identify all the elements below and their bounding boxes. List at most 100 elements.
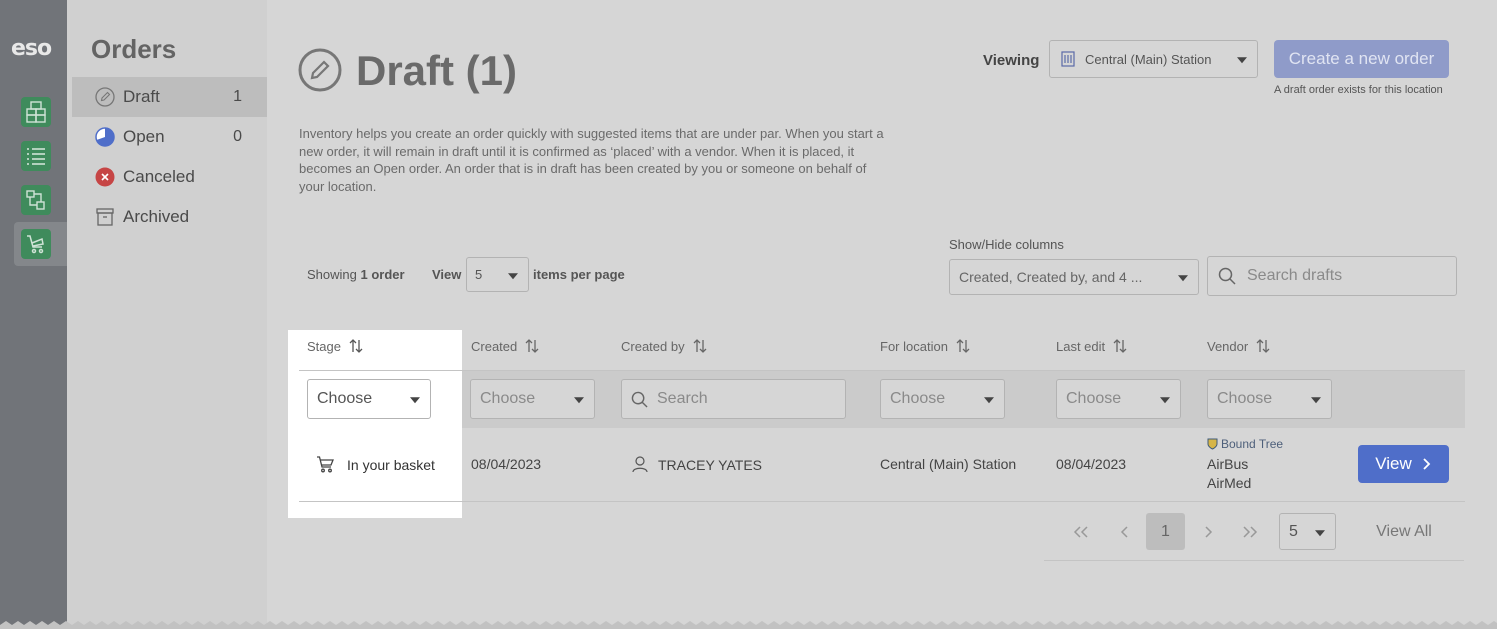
nav-title: Orders	[91, 34, 177, 64]
nav-item-open[interactable]: Open 0	[72, 117, 267, 157]
chevron-down-icon	[1160, 397, 1170, 404]
column-header-created-by[interactable]: Created by	[621, 338, 707, 354]
chevron-left-icon	[1120, 525, 1128, 538]
vendor-filter-select[interactable]: Choose	[1207, 379, 1332, 419]
rail-orders-button[interactable]	[21, 229, 51, 259]
view-label: View	[432, 267, 462, 282]
cart-icon	[317, 456, 334, 473]
sort-icon	[693, 339, 707, 353]
first-page-button[interactable]	[1064, 513, 1098, 550]
nav-item-canceled[interactable]: Canceled	[72, 157, 267, 197]
cart-icon	[27, 235, 44, 254]
eso-logo: eso	[11, 36, 52, 61]
search-drafts-input[interactable]: Search drafts	[1207, 256, 1457, 296]
previous-page-button[interactable]	[1108, 513, 1140, 550]
header-divider	[299, 370, 1465, 371]
rail-inventory-button[interactable]	[21, 97, 51, 127]
current-page-button[interactable]: 1	[1146, 513, 1185, 550]
nav-item-archived[interactable]: Archived	[72, 197, 267, 237]
transfer-icon	[26, 190, 45, 210]
last-edit-cell: 08/04/2023	[1056, 456, 1127, 472]
view-all-button[interactable]: View All	[1366, 513, 1442, 550]
nav-item-draft[interactable]: Draft 1	[72, 77, 267, 117]
create-order-button[interactable]: Create a new order	[1274, 40, 1449, 78]
chevron-down-icon	[1178, 275, 1188, 282]
nav-item-label: Archived	[123, 207, 190, 226]
double-chevron-right-icon	[1243, 525, 1258, 538]
progress-icon	[95, 127, 115, 147]
page-title: Draft (1)	[356, 47, 518, 94]
orders-nav: Orders Draft 1 Open 0 Canceled Archived	[67, 0, 267, 629]
chevron-right-icon	[1423, 458, 1431, 470]
grid-icon	[26, 101, 46, 123]
row-divider	[299, 501, 1465, 502]
double-chevron-left-icon	[1073, 525, 1088, 538]
created-filter-select[interactable]: Choose	[470, 379, 595, 419]
rail-transfer-button[interactable]	[21, 185, 51, 215]
location-filter-select[interactable]: Choose	[880, 379, 1005, 419]
chevron-down-icon	[574, 397, 584, 404]
view-order-button[interactable]: View	[1358, 445, 1449, 483]
shield-logo-icon	[1207, 438, 1218, 450]
app-rail: eso	[0, 0, 67, 629]
sort-icon	[349, 339, 363, 353]
column-header-vendor[interactable]: Vendor	[1207, 338, 1270, 354]
sort-icon	[1113, 339, 1127, 353]
create-order-note: A draft order exists for this location	[1274, 84, 1443, 96]
location-select[interactable]: Central (Main) Station	[1049, 40, 1258, 78]
last-page-button[interactable]	[1233, 513, 1267, 550]
chevron-down-icon	[1311, 397, 1321, 404]
nav-item-count: 0	[233, 128, 242, 145]
location-value: Central (Main) Station	[1085, 51, 1212, 67]
columns-label: Show/Hide columns	[949, 237, 1064, 252]
chevron-right-icon	[1204, 525, 1212, 538]
showing-count: Showing 1 order	[307, 267, 405, 282]
chevron-down-icon	[410, 397, 420, 404]
nav-item-label: Canceled	[123, 167, 195, 186]
draft-pencil-icon	[298, 48, 342, 97]
column-header-created[interactable]: Created	[471, 338, 539, 354]
search-icon	[631, 391, 648, 408]
nav-item-label: Draft	[123, 87, 160, 106]
x-circle-icon	[95, 167, 115, 187]
sort-icon	[525, 339, 539, 353]
pencil-icon	[95, 87, 115, 107]
items-per-page-select[interactable]: 5	[466, 257, 529, 292]
building-icon	[1061, 51, 1075, 67]
column-header-stage[interactable]: Stage	[307, 338, 363, 354]
vendor-name: AirBus	[1207, 456, 1249, 472]
viewing-label: Viewing	[983, 52, 1040, 69]
chevron-down-icon	[984, 397, 994, 404]
archive-icon	[95, 207, 115, 227]
chevron-down-icon	[508, 272, 518, 279]
sort-icon	[956, 339, 970, 353]
items-per-page-label: items per page	[533, 267, 625, 282]
column-header-last-edit[interactable]: Last edit	[1056, 338, 1127, 354]
sort-icon	[1256, 339, 1270, 353]
search-icon	[1218, 267, 1236, 285]
nav-item-count: 1	[233, 88, 242, 105]
pagination-size-select[interactable]: 5	[1279, 513, 1336, 550]
chevron-down-icon	[1315, 529, 1325, 536]
location-cell: Central (Main) Station	[880, 456, 1017, 472]
torn-edge	[0, 621, 1497, 629]
stage-cell: In your basket	[316, 456, 435, 473]
intro-text: Inventory helps you create an order quic…	[299, 126, 884, 194]
stage-column-highlight	[288, 330, 462, 518]
created-by-cell: TRACEY YATES	[632, 456, 762, 473]
user-icon	[632, 456, 648, 473]
nav-item-label: Open	[123, 127, 165, 146]
columns-select[interactable]: Created, Created by, and 4 ...	[949, 259, 1199, 295]
pagination-divider	[1044, 560, 1464, 561]
column-header-location[interactable]: For location	[880, 338, 970, 354]
created-cell: 08/04/2023	[471, 456, 542, 472]
list-icon	[27, 148, 45, 165]
vendor-name: AirMed	[1207, 475, 1252, 491]
created-by-search-input[interactable]: Search	[621, 379, 846, 419]
stage-filter-select[interactable]: Choose	[307, 379, 431, 419]
chevron-down-icon	[1237, 57, 1247, 64]
vendor-logo: Bound Tree	[1207, 437, 1283, 451]
next-page-button[interactable]	[1192, 513, 1224, 550]
last-edit-filter-select[interactable]: Choose	[1056, 379, 1181, 419]
rail-list-button[interactable]	[21, 141, 51, 171]
